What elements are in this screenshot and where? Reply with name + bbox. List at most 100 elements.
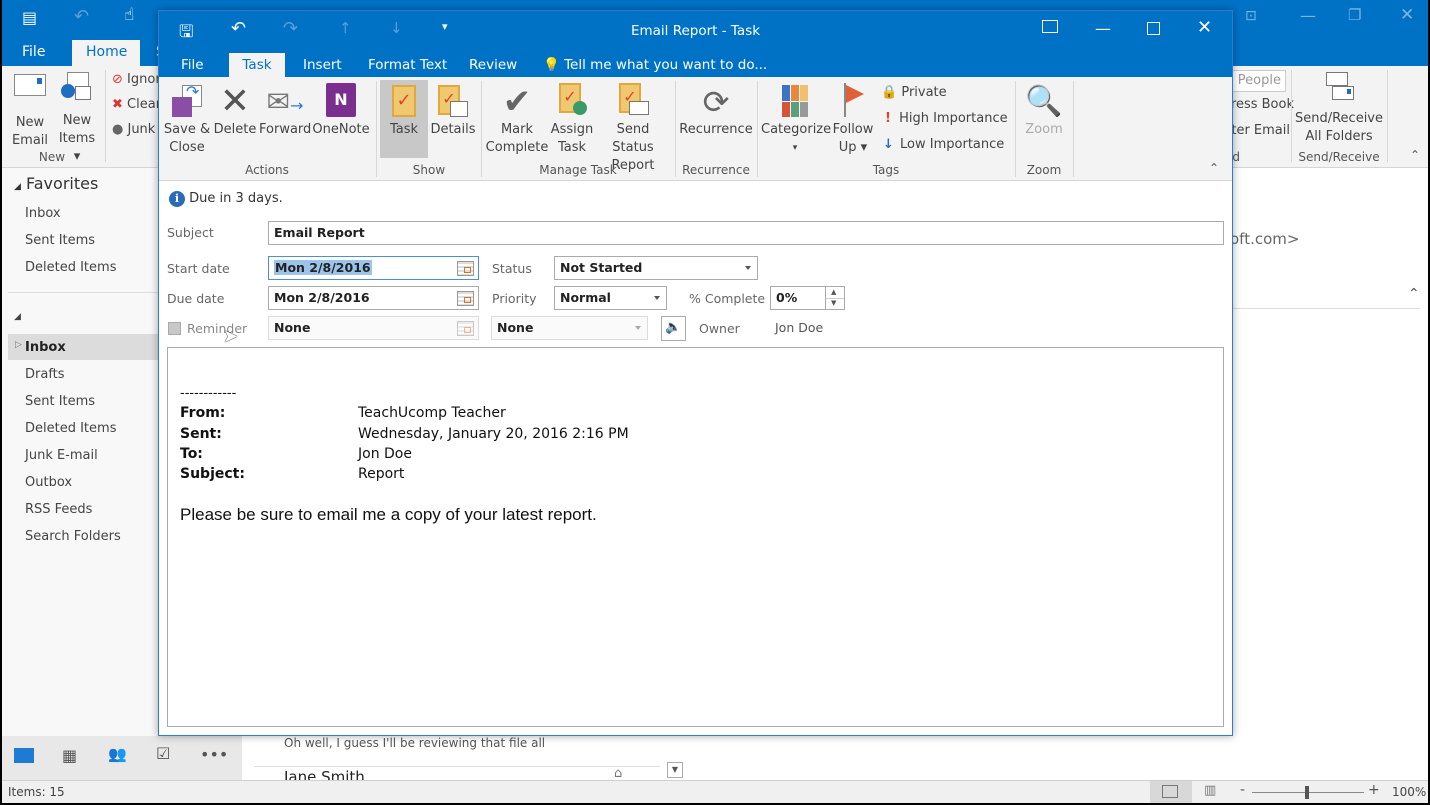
stepper-up-icon[interactable]: ▲	[831, 288, 836, 296]
priority-dropdown[interactable]: Normal	[554, 286, 667, 310]
dropdown-arrow-icon: ▾	[792, 143, 798, 153]
reminder-checkbox[interactable]	[168, 322, 181, 335]
tab-format-text[interactable]: Format Text	[356, 53, 459, 77]
minimize-icon[interactable]: —	[1300, 6, 1316, 25]
account-collapse-icon[interactable]: ◢	[14, 312, 21, 322]
read-status-icon[interactable]: ⌂	[614, 766, 622, 781]
details-view-button[interactable]: ✓ Details	[429, 83, 477, 139]
favorite-sent-items[interactable]: Sent Items	[25, 233, 95, 248]
more-icon[interactable]: •••	[200, 745, 228, 764]
search-people-input[interactable]: Search People	[1230, 70, 1286, 92]
touch-mode-icon[interactable]: ☝	[124, 5, 134, 25]
flag-icon	[840, 83, 866, 119]
restore-icon[interactable]: ❐	[1348, 6, 1361, 24]
tab-insert[interactable]: Insert	[291, 53, 354, 77]
percent-complete-input[interactable]: 0%	[770, 286, 826, 310]
folder-search-folders[interactable]: Search Folders	[25, 529, 121, 544]
folder-junk-email[interactable]: Junk E-mail	[25, 448, 98, 463]
mark-complete-button[interactable]: ✔ Mark Complete	[485, 83, 549, 157]
tab-file[interactable]: File	[8, 40, 59, 66]
assign-task-icon: ✓	[557, 83, 587, 119]
send-status-report-button[interactable]: ✓ Send Status Report	[595, 83, 671, 175]
follow-up-button[interactable]: Follow Up ▾	[829, 83, 877, 157]
checkmark-icon: ✔	[502, 82, 532, 122]
forward-button[interactable]: ✉→ Forward	[259, 83, 311, 139]
zoom-slider-thumb[interactable]	[1305, 786, 1309, 799]
zoom-out-button[interactable]: -	[1240, 782, 1245, 798]
address-book-button[interactable]: Address Book	[1230, 97, 1294, 112]
assign-task-button[interactable]: ✓ Assign Task	[549, 83, 595, 157]
group-separator	[105, 70, 106, 162]
status-label: Status	[492, 261, 532, 276]
folder-outbox[interactable]: Outbox	[25, 475, 72, 490]
close-icon[interactable]: ✕	[1197, 17, 1212, 38]
module-switcher: ▦ 👥 ☑ •••	[2, 736, 242, 780]
junk-button[interactable]: ● Junk	[112, 122, 155, 137]
forward-envelope-icon: ✉→	[266, 85, 304, 118]
folder-rss-feeds[interactable]: RSS Feeds	[25, 502, 92, 517]
folder-deleted-items[interactable]: Deleted Items	[25, 421, 116, 436]
tab-file[interactable]: File	[169, 53, 216, 77]
start-date-label: Start date	[167, 261, 230, 276]
maximize-icon[interactable]	[1147, 22, 1160, 35]
tab-review[interactable]: Review	[457, 53, 529, 77]
ribbon-display-icon[interactable]: ⊡	[1245, 8, 1257, 24]
private-button[interactable]: 🔒 Private	[881, 85, 947, 100]
zoom-level[interactable]: 100%	[1392, 785, 1426, 799]
favorites-header[interactable]: ◢ Favorites	[14, 174, 98, 193]
high-importance-button[interactable]: ! High Importance	[881, 111, 1008, 126]
save-close-button[interactable]: ↷ Save & Close	[163, 83, 211, 157]
start-date-input[interactable]: Mon 2/8/2016	[268, 256, 479, 280]
tab-task[interactable]: Task	[229, 53, 285, 77]
percent-complete-stepper[interactable]: ▲ ▼	[825, 286, 845, 310]
folder-sent-items[interactable]: Sent Items	[25, 394, 95, 409]
task-body-editor[interactable]: ------------ From: TeachUcomp Teacher Se…	[167, 347, 1224, 727]
calendar-picker-icon[interactable]	[457, 291, 474, 306]
stepper-down-icon[interactable]: ▼	[831, 299, 836, 307]
favorite-deleted-items[interactable]: Deleted Items	[25, 260, 116, 275]
message-preview[interactable]: Oh well, I guess I'll be reviewing that …	[284, 736, 545, 750]
calendar-icon[interactable]: ▦	[62, 746, 77, 765]
delete-button[interactable]: ✕ Delete	[213, 83, 257, 139]
onenote-button[interactable]: N OneNote	[311, 83, 371, 139]
folder-inbox[interactable]: Inbox	[25, 340, 66, 355]
due-date-input[interactable]: Mon 2/8/2016	[268, 286, 479, 310]
folder-drafts[interactable]: Drafts	[25, 367, 65, 382]
recurrence-button[interactable]: ⟳ Recurrence	[679, 83, 753, 139]
filter-email-button[interactable]: Filter Email ▾	[1230, 123, 1290, 138]
subject-input[interactable]: Email Report	[268, 221, 1224, 245]
people-icon[interactable]: 👥	[108, 745, 127, 763]
reading-view-icon[interactable]: ▥	[1204, 783, 1216, 798]
reminder-sound-button[interactable]: 🔈	[661, 316, 686, 341]
tell-me-box[interactable]: 💡 Tell me what you want to do...	[531, 53, 779, 77]
collapse-ribbon-icon[interactable]: ⌃	[1209, 161, 1219, 175]
task-ribbon: ↷ Save & Close ✕ Delete ✉→ Forward N One…	[159, 77, 1232, 181]
collapse-ribbon-icon[interactable]: ⌃	[1410, 148, 1420, 162]
mail-icon[interactable]	[14, 748, 34, 763]
undo-icon[interactable]: ↶	[74, 6, 89, 27]
task-view-button[interactable]: ✓ Task	[380, 83, 428, 139]
favorite-inbox[interactable]: Inbox	[25, 206, 61, 221]
tasks-icon[interactable]: ☑	[156, 744, 170, 763]
zoom-in-button[interactable]: +	[1368, 782, 1380, 798]
new-email-button[interactable]: New Email	[8, 74, 52, 150]
minimize-icon[interactable]: —	[1095, 19, 1111, 38]
calendar-picker-icon[interactable]	[457, 261, 474, 276]
ribbon-display-options-icon[interactable]	[1042, 20, 1058, 33]
close-icon[interactable]: ✕	[1400, 5, 1414, 25]
owner-value: Jon Doe	[775, 320, 824, 335]
status-dropdown[interactable]: Not Started	[554, 256, 758, 280]
tab-home[interactable]: Home	[72, 40, 140, 66]
collapse-header-icon[interactable]: ⌃	[1408, 286, 1420, 302]
send-receive-all-button[interactable]: Send/Receive All Folders	[1294, 72, 1384, 146]
owner-label: Owner	[699, 321, 740, 336]
scroll-down-button[interactable]: ▼	[667, 762, 683, 778]
priority-label: Priority	[492, 291, 537, 306]
group-label-manage-task: Manage Task	[539, 163, 617, 177]
clipboard-check-icon: ✓	[392, 85, 416, 117]
message-list: Oh well, I guess I'll be reviewing that …	[242, 736, 690, 786]
delete-x-icon: ✕	[219, 81, 251, 122]
expand-triangle-icon[interactable]: ▷	[15, 340, 22, 350]
low-importance-button[interactable]: ↓ Low Importance	[881, 137, 1004, 152]
categorize-button[interactable]: Categorize ▾	[761, 83, 831, 157]
